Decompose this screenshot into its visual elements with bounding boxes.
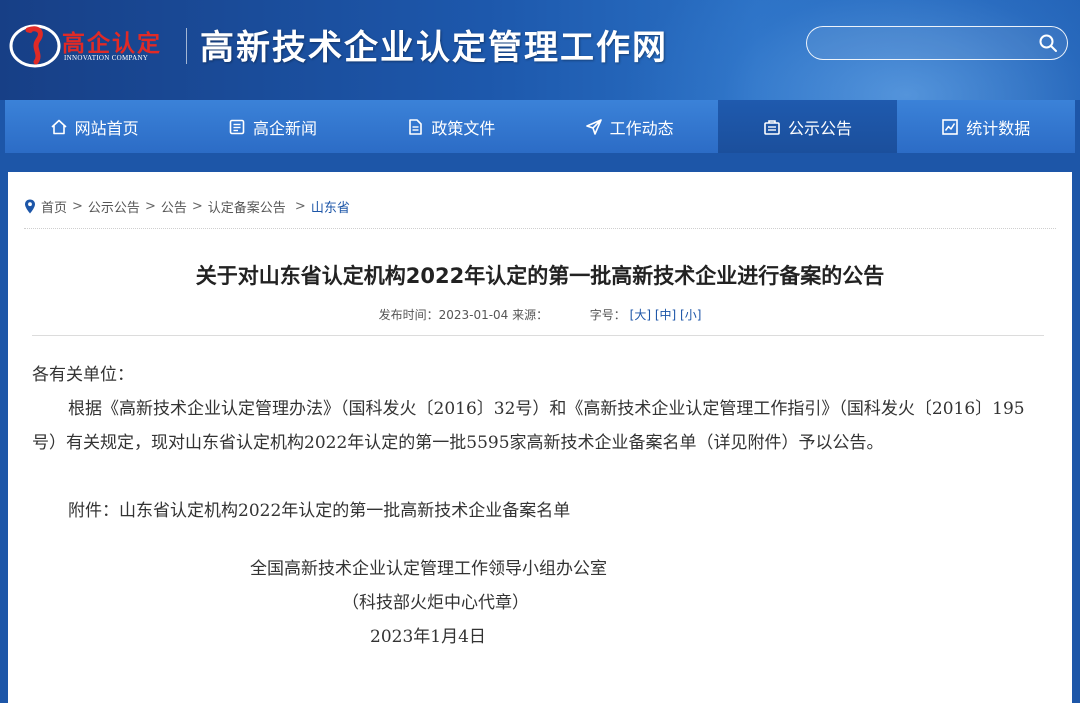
- article-meta: 发布时间：2023-01-04 来源： 字号： [大] [中] [小]: [8, 306, 1072, 323]
- breadcrumb-filing-notice[interactable]: 认定备案公告: [208, 197, 286, 216]
- breadcrumb-shandong[interactable]: 山东省: [311, 197, 350, 216]
- article-container: 首页 > 公示公告 > 公告 > 认定备案公告 > 山东省 关于对山东省认定机构…: [8, 172, 1072, 703]
- font-size-medium-button[interactable]: [中]: [655, 308, 676, 322]
- document-icon: [409, 118, 423, 135]
- nav-item-label: 网站首页: [74, 118, 139, 138]
- search-input[interactable]: [819, 31, 1033, 57]
- attachment-line: 附件：山东省认定机构2022年认定的第一批高新技术企业备案名单: [68, 501, 571, 521]
- nav-item-news[interactable]: 高企新闻: [183, 100, 362, 153]
- signature-seal-note: （科技部火炬中心代章）: [342, 593, 529, 613]
- header-divider: [186, 28, 187, 64]
- breadcrumb: 首页 > 公示公告 > 公告 > 认定备案公告 > 山东省: [24, 197, 350, 216]
- nav-item-notices[interactable]: 公示公告: [718, 100, 897, 153]
- breadcrumb-notices[interactable]: 公示公告: [88, 197, 140, 216]
- search-icon[interactable]: [1037, 32, 1059, 54]
- site-title: 高新技术企业认定管理工作网: [200, 28, 668, 68]
- publish-info: 发布时间：2023-01-04 来源：: [378, 308, 549, 322]
- home-icon: [51, 119, 67, 134]
- signature-date: 2023年1月4日: [370, 627, 486, 647]
- nav-item-label: 工作动态: [609, 118, 674, 138]
- breadcrumb-announcement[interactable]: 公告: [161, 197, 187, 216]
- breadcrumb-home[interactable]: 首页: [41, 197, 67, 216]
- nav-item-policy[interactable]: 政策文件: [361, 100, 540, 153]
- logo-chinese-text: 高企认定: [62, 31, 162, 57]
- nav-item-home[interactable]: 网站首页: [5, 100, 184, 153]
- article-body: 各有关单位： 根据《高新技术企业认定管理办法》（国科发火〔2016〕32号）和《…: [32, 358, 1046, 654]
- site-logo[interactable]: 高企认定 INNOVATION COMPANY: [8, 18, 178, 70]
- breadcrumb-separator: >: [72, 199, 83, 214]
- font-size-small-button[interactable]: [小]: [680, 308, 701, 322]
- notice-icon: [764, 119, 780, 135]
- search-box: [806, 26, 1068, 60]
- send-icon: [585, 118, 602, 135]
- article-title: 关于对山东省认定机构2022年认定的第一批高新技术企业进行备案的公告: [195, 264, 885, 288]
- title-divider: [32, 335, 1044, 336]
- chart-icon: [942, 118, 959, 135]
- nav-item-work-updates[interactable]: 工作动态: [539, 100, 719, 153]
- logo-english-text: INNOVATION COMPANY: [64, 54, 149, 62]
- site-header: 高企认定 INNOVATION COMPANY 高新技术企业认定管理工作网: [0, 0, 1080, 100]
- news-icon: [229, 119, 245, 134]
- main-nav: 网站首页 高企新闻 政策文件 工作动态 公示公告 统计数据: [5, 100, 1075, 153]
- nav-item-label: 统计数据: [966, 118, 1031, 138]
- nav-item-label: 公示公告: [787, 118, 852, 138]
- salutation: 各有关单位：: [32, 365, 134, 385]
- nav-item-label: 政策文件: [431, 118, 496, 138]
- breadcrumb-separator: >: [290, 199, 306, 214]
- breadcrumb-separator: >: [191, 199, 203, 214]
- location-pin-icon: [25, 199, 35, 214]
- nav-item-statistics[interactable]: 统计数据: [896, 100, 1075, 153]
- font-size-label: 字号：: [589, 308, 626, 322]
- body-paragraph: 根据《高新技术企业认定管理办法》（国科发火〔2016〕32号）和《高新技术企业认…: [32, 399, 1025, 453]
- breadcrumb-separator: >: [144, 199, 156, 214]
- logo-mark-icon: [9, 24, 61, 68]
- font-size-large-button[interactable]: [大]: [630, 308, 651, 322]
- signature-organization: 全国高新技术企业认定管理工作领导小组办公室: [250, 559, 607, 579]
- breadcrumb-divider: [24, 228, 1056, 230]
- nav-item-label: 高企新闻: [252, 118, 317, 138]
